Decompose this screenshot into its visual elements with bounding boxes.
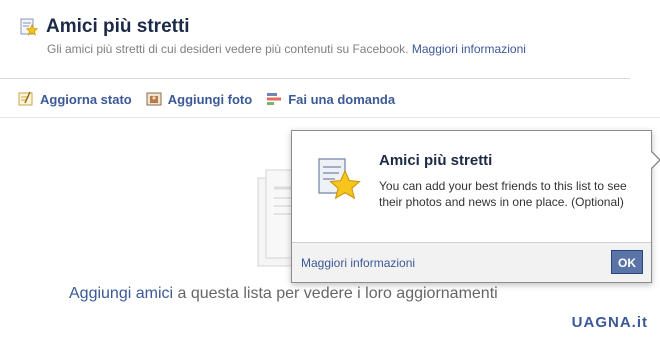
composer-divider [0,117,660,118]
composer-ask-question[interactable]: Fai una domanda [266,91,395,107]
popup-footer: Maggiori informazioni OK [292,242,651,282]
empty-state-message: Aggiungi amici a questa lista per vedere… [69,285,498,303]
composer-add-photo[interactable]: Aggiungi foto [146,91,252,107]
header-divider [0,78,630,79]
popup-arrow [651,151,660,169]
page-subtitle: Gli amici più stretti di cui desideri ve… [47,42,526,56]
composer-bar: Aggiorna stato Aggiungi foto Fai una dom… [18,91,395,107]
status-icon [18,91,34,107]
list-header: Amici più stretti Gli amici più stretti … [20,16,630,56]
page-title: Amici più stretti [46,16,190,37]
subtitle-text: Gli amici più stretti di cui desideri ve… [47,42,409,56]
popup-learn-more-link[interactable]: Maggiori informazioni [301,256,415,270]
popup-title: Amici più stretti [379,152,493,169]
empty-state-text: a questa lista per vedere i loro aggiorn… [173,285,498,302]
question-icon [266,91,282,107]
watermark: UAGNA.it [571,314,648,331]
composer-update-status[interactable]: Aggiorna stato [18,91,132,107]
ok-button[interactable]: OK [611,250,643,274]
composer-add-photo-label: Aggiungi foto [167,91,253,107]
intro-popup: Amici più stretti You can add your best … [291,130,660,283]
composer-update-status-label: Aggiorna stato [40,91,132,107]
star-list-icon [317,157,361,207]
composer-ask-question-label: Fai una domanda [288,91,396,107]
popup-body: You can add your best friends to this li… [379,179,627,209]
subtitle-learn-more-link[interactable]: Maggiori informazioni [412,42,526,56]
add-friends-link[interactable]: Aggiungi amici [69,285,173,302]
photo-icon [146,91,162,107]
star-list-icon [20,18,39,36]
